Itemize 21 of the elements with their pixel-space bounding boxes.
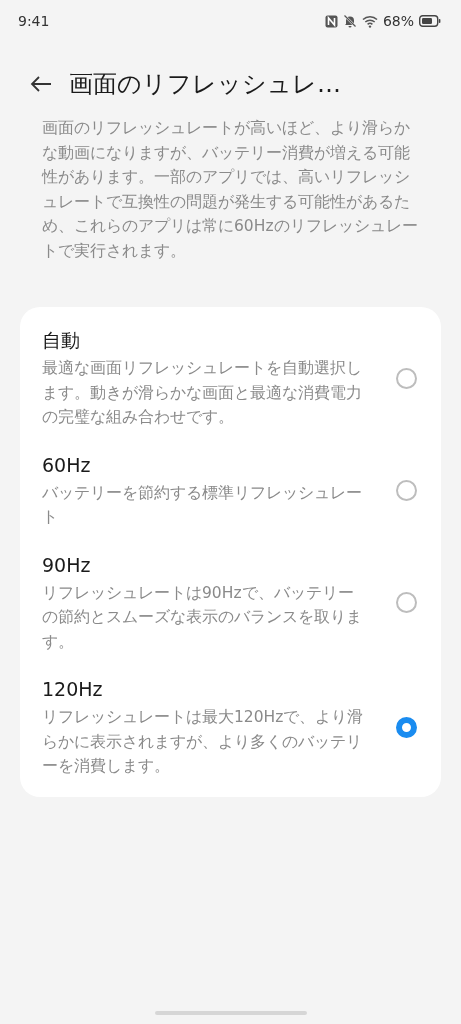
description-text: 画面のリフレッシュレートが高いほど、より滑らかな動画になりますが、バッテリー消費が増える可能性があります。一部のアプリでは、高いリフレッシュレートで互換性の問題が発生する可能性があるため、これらのアプリは常に60Hzのリフレッシュレートで実行されます。 xyxy=(42,118,419,262)
battery-percent: 68% xyxy=(382,13,414,29)
option-description: バッテリーを節約する標準リフレッシュレート xyxy=(42,482,363,528)
radio-button[interactable] xyxy=(396,716,417,738)
page-title: 画面のリフレッシュレ… xyxy=(69,69,341,100)
back-button[interactable] xyxy=(29,74,53,94)
option-description: リフレッシュレートは90Hzで、バッテリーの節約とスムーズな表示のバランスを取ります。 xyxy=(42,582,363,653)
option-description: リフレッシュレートは最大120Hzで、より滑らかに表示されますが、より多くのバッテリーを消費します。 xyxy=(42,707,365,777)
wifi-icon xyxy=(361,14,378,28)
option-title: 自動 xyxy=(42,328,81,353)
radio-button[interactable] xyxy=(396,592,417,614)
muted-bell-icon xyxy=(342,14,357,28)
clock: 9:41 xyxy=(18,13,50,29)
radio-button[interactable] xyxy=(396,367,417,389)
battery-icon xyxy=(419,15,441,27)
radio-button[interactable] xyxy=(396,480,417,501)
option-title: 90Hz xyxy=(42,552,92,578)
option-description: 最適な画面リフレッシュレートを自動選択します。動きが滑らかな画面と最適な消費電力の完璧な組み合わせです。 xyxy=(42,358,363,428)
option-title: 120Hz xyxy=(42,677,104,702)
nfc-icon xyxy=(324,14,338,28)
option-title: 60Hz xyxy=(42,452,92,478)
